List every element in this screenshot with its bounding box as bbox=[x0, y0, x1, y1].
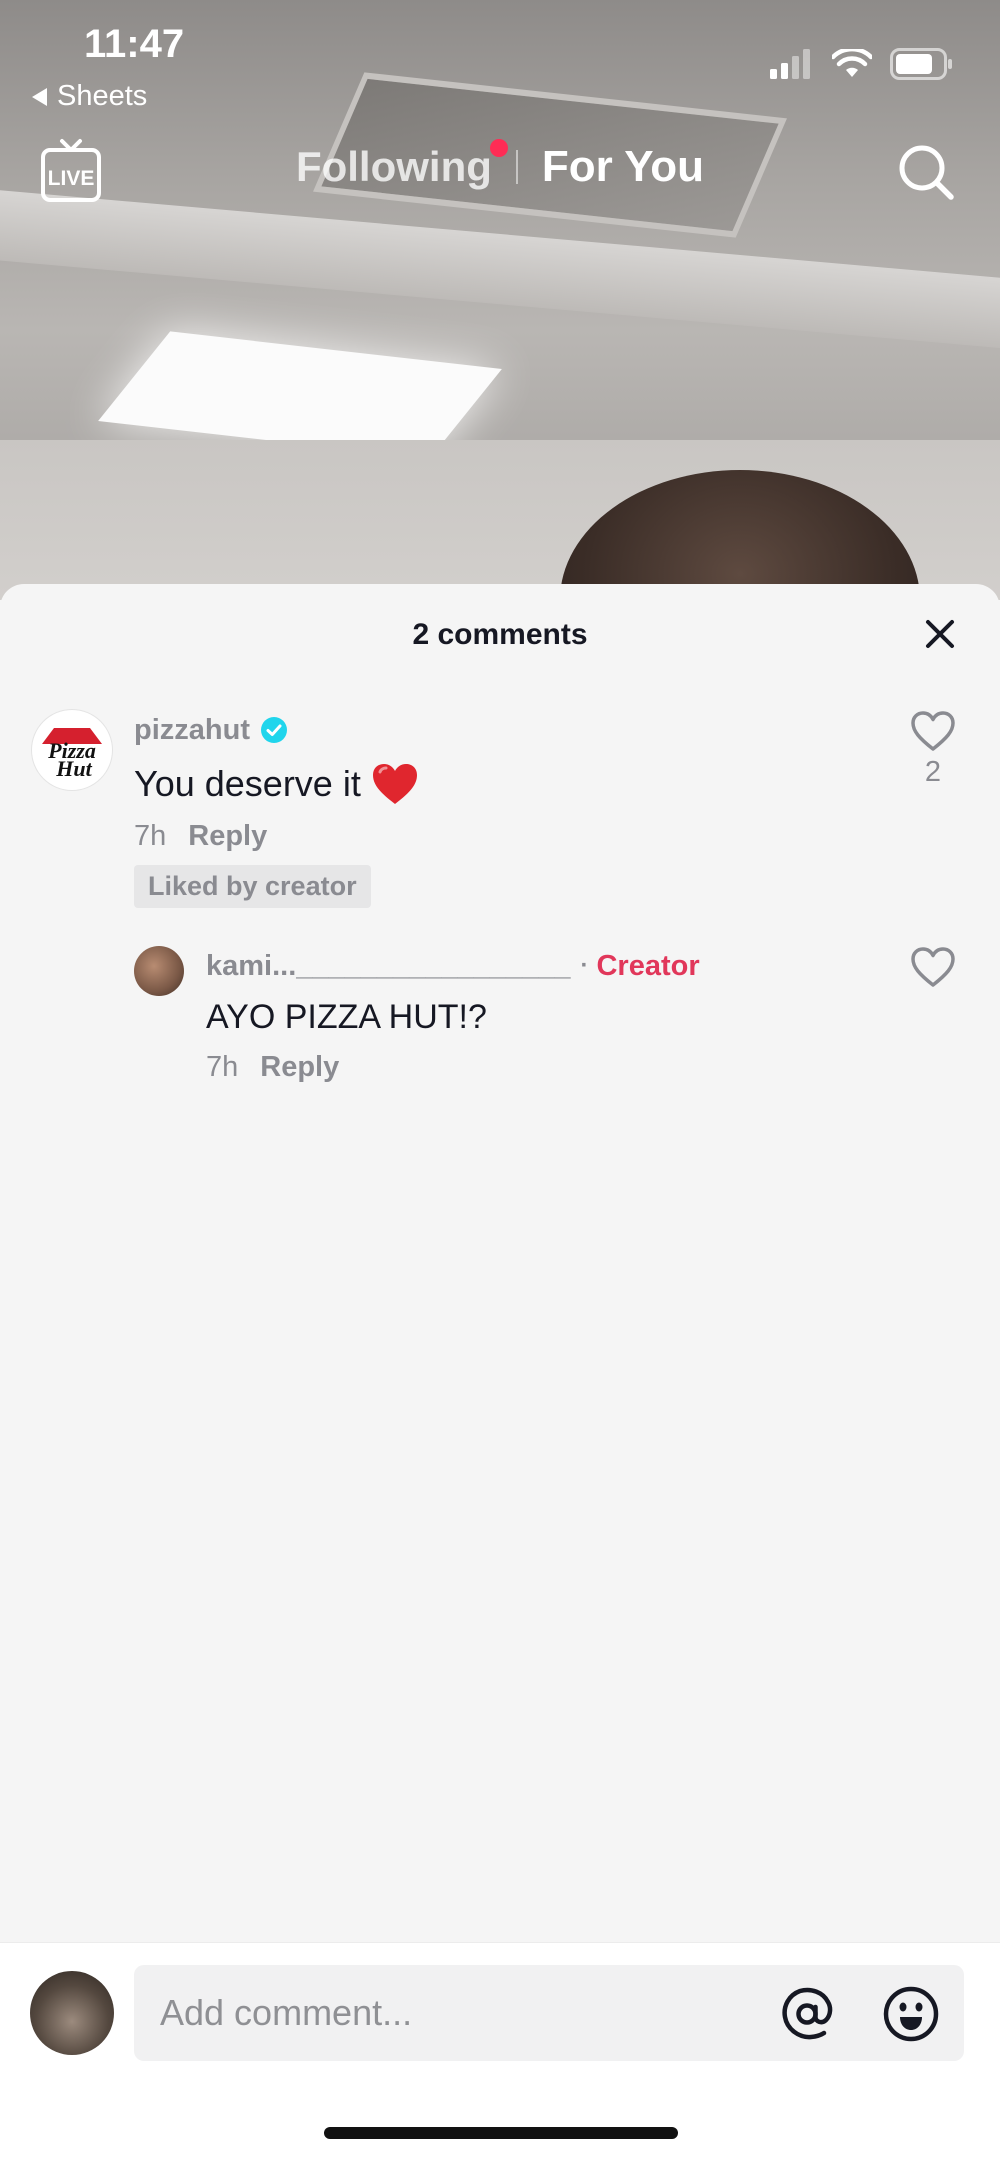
reply-body: kami..._________________ · Creator AYO P… bbox=[206, 946, 886, 1084]
heart-outline-icon[interactable] bbox=[910, 946, 956, 988]
notification-dot bbox=[489, 139, 508, 157]
status-time: 11:47 bbox=[84, 22, 185, 66]
comment-like[interactable]: 2 bbox=[906, 710, 960, 789]
reply-button[interactable]: Reply bbox=[260, 1051, 339, 1084]
wifi-icon bbox=[832, 49, 872, 77]
reply-like[interactable] bbox=[906, 946, 960, 988]
reply-username: kami..._________________ bbox=[206, 949, 571, 982]
reply-username-row[interactable]: kami..._________________ · Creator bbox=[206, 946, 886, 986]
verified-badge-icon bbox=[261, 717, 287, 743]
feed-tabs: Following For You bbox=[0, 139, 1000, 192]
svg-text:Hut: Hut bbox=[55, 756, 92, 781]
comment-username-row[interactable]: pizzahut bbox=[134, 710, 894, 750]
heart-outline-icon[interactable] bbox=[910, 710, 956, 752]
comments-sheet: 2 comments Pizza Hut pizzahut You deserv… bbox=[0, 584, 1000, 2164]
reply-time: 7h bbox=[206, 1051, 239, 1083]
my-avatar[interactable] bbox=[30, 1971, 114, 2055]
back-app-label: Sheets bbox=[57, 80, 148, 112]
comment-body: pizzahut You deserve it 7h Reply Liked b… bbox=[134, 710, 894, 908]
creator-label: Creator bbox=[596, 949, 700, 982]
comment-meta: 7h Reply bbox=[134, 820, 894, 853]
emoji-icon[interactable] bbox=[882, 1985, 940, 2043]
signal-icon bbox=[770, 49, 810, 79]
creator-separator: · bbox=[580, 952, 589, 979]
tab-following-label: Following bbox=[295, 143, 492, 190]
tab-for-you[interactable]: For You bbox=[542, 142, 704, 192]
video-background[interactable] bbox=[0, 0, 1000, 600]
at-icon[interactable] bbox=[778, 1985, 836, 2043]
like-count: 2 bbox=[924, 756, 942, 788]
back-arrow-icon bbox=[32, 87, 47, 106]
add-comment-input[interactable] bbox=[134, 1965, 964, 2061]
tab-following[interactable]: Following bbox=[295, 139, 508, 191]
liked-by-creator-badge: Liked by creator bbox=[134, 865, 371, 908]
status-icons bbox=[770, 48, 954, 80]
tab-separator bbox=[515, 150, 518, 184]
reply-meta: 7h Reply bbox=[206, 1051, 886, 1084]
search-icon[interactable] bbox=[896, 142, 956, 202]
comment-composer bbox=[0, 1942, 1000, 2164]
close-icon[interactable] bbox=[924, 618, 956, 650]
comment-time: 7h bbox=[134, 820, 167, 852]
reply-button[interactable]: Reply bbox=[188, 820, 267, 853]
comment-username: pizzahut bbox=[134, 713, 250, 746]
home-indicator[interactable] bbox=[324, 2127, 678, 2139]
pizza-hut-logo-icon: Pizza Hut bbox=[42, 728, 102, 781]
reply-text: AYO PIZZA HUT!? bbox=[206, 998, 487, 1036]
pizzahut-avatar[interactable]: Pizza Hut bbox=[32, 710, 112, 790]
creator-avatar[interactable] bbox=[134, 946, 184, 996]
comment-text: You deserve it bbox=[134, 763, 361, 804]
battery-icon bbox=[890, 48, 952, 80]
comments-count-title: 2 comments bbox=[412, 618, 588, 651]
red-heart-emoji-icon bbox=[372, 764, 417, 804]
back-to-app[interactable]: Sheets bbox=[32, 80, 147, 113]
comment-text-row: You deserve it bbox=[134, 762, 894, 806]
